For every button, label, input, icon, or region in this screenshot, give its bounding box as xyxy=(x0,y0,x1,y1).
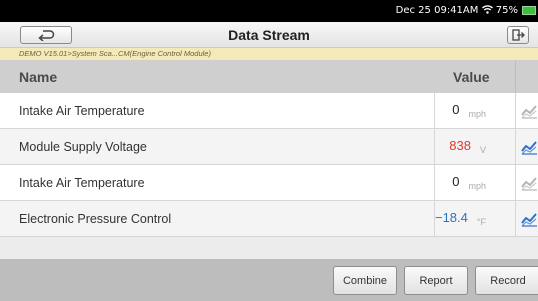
page-title: Data Stream xyxy=(228,27,310,43)
wifi-icon xyxy=(481,5,493,14)
value-number: −18.4 xyxy=(434,210,468,225)
value-unit: °F xyxy=(476,217,486,227)
cell-divider xyxy=(515,93,516,128)
empty-area xyxy=(0,237,538,259)
row-value: −18.4 °F xyxy=(434,210,486,227)
table-row[interactable]: Intake Air Temperature 0 mph xyxy=(0,93,538,129)
record-button[interactable]: Record xyxy=(475,266,538,295)
battery-percent: 75% xyxy=(495,5,518,16)
table-row[interactable]: Intake Air Temperature 0 mph xyxy=(0,165,538,201)
cell-divider xyxy=(434,165,435,200)
row-value: 0 mph xyxy=(452,174,486,191)
title-bar: Data Stream xyxy=(0,22,538,48)
value-number: 838 xyxy=(449,138,471,153)
row-value: 0 mph xyxy=(452,102,486,119)
value-unit: V xyxy=(479,145,486,155)
exit-button[interactable] xyxy=(507,26,529,44)
column-divider xyxy=(515,60,516,93)
graph-icon[interactable] xyxy=(521,175,538,191)
status-bar: Dec 25 09:41AM 75% xyxy=(0,0,538,22)
value-number: 0 xyxy=(452,102,460,117)
cell-divider xyxy=(515,201,516,236)
status-time: Dec 25 09:41AM 75% xyxy=(395,5,518,16)
row-value: 838 V xyxy=(449,138,486,155)
column-header-name: Name xyxy=(19,69,58,85)
table-row[interactable]: Electronic Pressure Control −18.4 °F xyxy=(0,201,538,237)
battery-icon xyxy=(522,6,536,15)
cell-divider xyxy=(434,129,435,164)
row-name: Electronic Pressure Control xyxy=(19,212,172,226)
table-header: Name Value xyxy=(0,60,538,93)
value-unit: mph xyxy=(468,109,486,119)
report-button[interactable]: Report xyxy=(404,266,468,295)
exit-icon xyxy=(512,29,525,41)
row-name: Intake Air Temperature xyxy=(19,176,145,190)
row-name: Module Supply Voltage xyxy=(19,140,147,154)
graph-icon[interactable] xyxy=(521,139,538,155)
value-number: 0 xyxy=(452,174,460,189)
cell-divider xyxy=(434,93,435,128)
graph-icon[interactable] xyxy=(521,211,538,227)
column-header-value: Value xyxy=(453,69,490,85)
cell-divider xyxy=(515,165,516,200)
bottom-toolbar: Combine Report Record xyxy=(0,259,538,301)
graph-icon[interactable] xyxy=(521,103,538,119)
breadcrumb: DEMO V15.01>System Sca...CM(Engine Contr… xyxy=(0,48,538,60)
combine-button[interactable]: Combine xyxy=(333,266,397,295)
data-stream-list: Intake Air Temperature 0 mph Module Suppl… xyxy=(0,93,538,237)
row-name: Intake Air Temperature xyxy=(19,104,145,118)
table-row[interactable]: Module Supply Voltage 838 V xyxy=(0,129,538,165)
value-unit: mph xyxy=(468,181,486,191)
cell-divider xyxy=(515,129,516,164)
